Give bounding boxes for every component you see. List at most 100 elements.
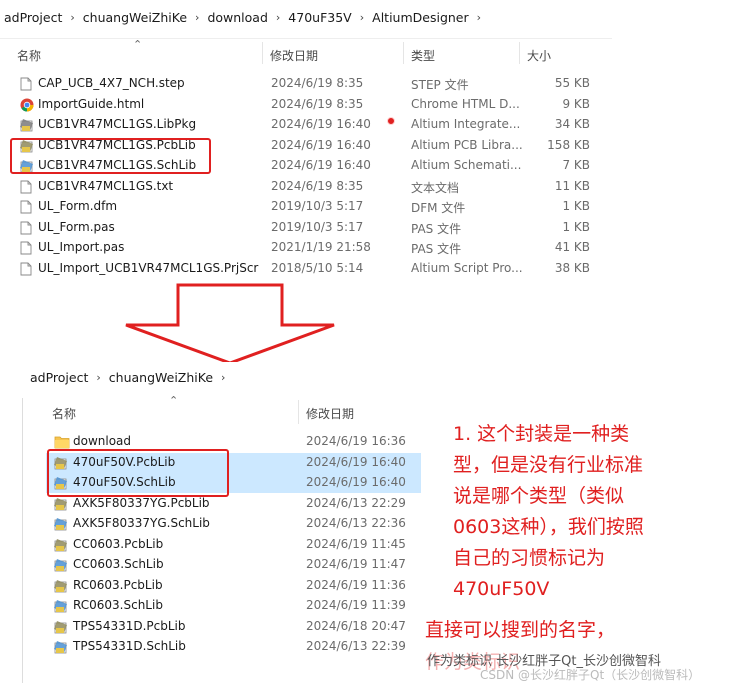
pcblib-file-icon [54,538,68,552]
file-date: 2024/6/19 11:39 [306,598,406,612]
file-size: 158 KB [547,137,590,152]
column-divider[interactable] [262,42,263,64]
breadcrumb-segment[interactable]: adProject [0,10,66,25]
file-row[interactable]: UCB1VR47MCL1GS.LibPkg 2024/6/19 16:40 Alti… [0,115,612,135]
file-icon [20,262,34,276]
file-row[interactable]: CC0603.SchLib 2024/6/19 11:47 [46,555,421,575]
sort-ascending-icon[interactable]: ⌃ [169,394,178,407]
schlib-file-icon [54,558,68,572]
file-date: 2018/5/10 5:14 [271,260,364,275]
column-divider[interactable] [403,42,404,64]
breadcrumb-segment[interactable]: chuangWeiZhiKe [105,370,217,385]
chevron-right-icon[interactable]: › [191,11,203,24]
file-icon [20,221,34,235]
file-type: 文本文档 [411,180,460,195]
file-name: UCB1VR47MCL1GS.LibPkg [38,117,197,131]
pcblib-file-icon [54,579,68,593]
step-file-icon [20,77,34,91]
file-row[interactable]: AXK5F80337YG.SchLib 2024/6/13 22:36 [46,514,421,534]
chrome-icon [20,98,34,112]
file-row[interactable]: TPS54331D.PcbLib 2024/6/18 20:47 [46,617,421,637]
breadcrumb-segment[interactable]: download [203,10,271,25]
file-row[interactable]: TPS54331D.SchLib 2024/6/13 22:39 [46,637,421,657]
file-name: RC0603.SchLib [73,598,163,612]
column-header-size[interactable]: 大小 [527,47,551,64]
breadcrumb-segment[interactable]: adProject [26,370,92,385]
file-date: 2024/6/13 22:36 [306,516,406,530]
file-name: CC0603.PcbLib [73,536,164,551]
chevron-right-icon[interactable]: › [356,11,368,24]
file-size: 7 KB [562,158,590,172]
highlight-box-top [10,138,211,174]
file-date: 2019/10/3 5:17 [271,199,364,213]
annotation-line: 0603这种），我们按照 [453,516,644,538]
column-divider[interactable] [298,400,299,424]
file-row[interactable]: RC0603.PcbLib 2024/6/19 11:36 [46,576,421,596]
file-type: Altium Schemati... [411,158,522,172]
file-date: 2021/1/19 21:58 [271,240,371,254]
file-row[interactable]: ImportGuide.html 2024/6/19 8:35 Chrome HTM… [0,95,612,115]
cursor-dot [387,117,395,125]
chevron-right-icon[interactable]: › [217,371,229,384]
file-row[interactable]: UCB1VR47MCL1GS.txt 2024/6/19 8:35 文本文档 11 K… [0,177,612,197]
file-type: Altium Integrate... [411,117,521,131]
schlib-file-icon [54,599,68,613]
folder-icon [54,435,70,449]
file-size: 1 KB [562,219,590,234]
sort-ascending-icon[interactable]: ⌃ [133,38,142,51]
chevron-right-icon[interactable]: › [66,11,78,24]
file-date: 2024/6/19 16:40 [306,475,406,489]
file-icon [20,200,34,214]
top-breadcrumb: adProject › chuangWeiZhiKe › download › 470uF3… [0,10,485,25]
column-header-name[interactable]: 名称 [17,47,41,64]
file-icon [20,241,34,255]
annotation-line: 1. 这个封装是一种类 [453,423,630,445]
column-header-date[interactable]: 修改日期 [306,405,354,422]
file-row[interactable]: UL_Import.pas 2021/1/19 21:58 PAS 文件 41 KB [0,238,612,258]
file-row[interactable]: CC0603.PcbLib 2024/6/19 11:45 [46,535,421,555]
file-name: UL_Form.dfm [38,199,118,213]
down-arrow-icon [125,283,335,365]
file-name: UL_Import.pas [38,240,125,254]
file-row[interactable]: UL_Form.dfm 2019/10/3 5:17 DFM 文件 1 KB [0,197,612,217]
file-name: download [73,434,132,448]
column-header-type[interactable]: 类型 [411,47,435,64]
file-size: 34 KB [554,117,590,131]
file-row[interactable]: RC0603.SchLib 2024/6/19 11:39 [46,596,421,616]
file-date: 2024/6/19 8:35 [271,178,364,193]
breadcrumb-segment[interactable]: 470uF35V [284,10,355,25]
file-date: 2024/6/19 16:40 [271,158,371,172]
highlight-box-bottom [47,449,229,497]
column-header-date[interactable]: 修改日期 [270,47,318,64]
file-row[interactable]: UL_Form.pas 2019/10/3 5:17 PAS 文件 1 KB [0,218,612,238]
file-row[interactable]: CAP_UCB_4X7_NCH.step 2024/6/19 8:35 STEP 文… [0,74,612,94]
bottom-breadcrumb: adProject › chuangWeiZhiKe › [26,370,229,385]
file-size: 41 KB [554,240,590,254]
annotation-line: 470uF50V [453,578,550,600]
file-row[interactable]: UL_Import_UCB1VR47MCL1GS.PrjScr 2018/5/10… [0,259,612,279]
schlib-file-icon [54,517,68,531]
chevron-right-icon[interactable]: › [272,11,284,24]
file-date: 2024/6/19 8:35 [271,76,364,90]
chevron-right-icon[interactable]: › [473,11,485,24]
breadcrumb-segment[interactable]: chuangWeiZhiKe [79,10,191,25]
file-size: 38 KB [554,260,590,275]
file-name: UL_Form.pas [38,219,115,234]
file-name: TPS54331D.PcbLib [73,618,186,633]
schlib-file-icon [54,640,68,654]
file-size: 9 KB [562,96,590,111]
file-name: UCB1VR47MCL1GS.txt [38,178,174,193]
column-header-name[interactable]: 名称 [52,405,76,422]
file-name: UL_Import_UCB1VR47MCL1GS.PrjScr [38,260,259,275]
chevron-right-icon[interactable]: › [92,371,104,384]
file-date: 2024/6/19 16:40 [271,117,371,131]
pcblib-file-icon [54,497,68,511]
file-type: Altium Script Pro... [411,260,523,275]
breadcrumb-segment[interactable]: AltiumDesigner [368,10,472,25]
libpkg-file-icon [20,118,34,132]
file-type: DFM 文件 [411,201,466,215]
file-name: TPS54331D.SchLib [73,639,186,653]
file-date: 2024/6/19 16:36 [306,434,406,448]
file-date: 2024/6/19 11:36 [306,577,406,592]
column-divider[interactable] [519,42,520,64]
